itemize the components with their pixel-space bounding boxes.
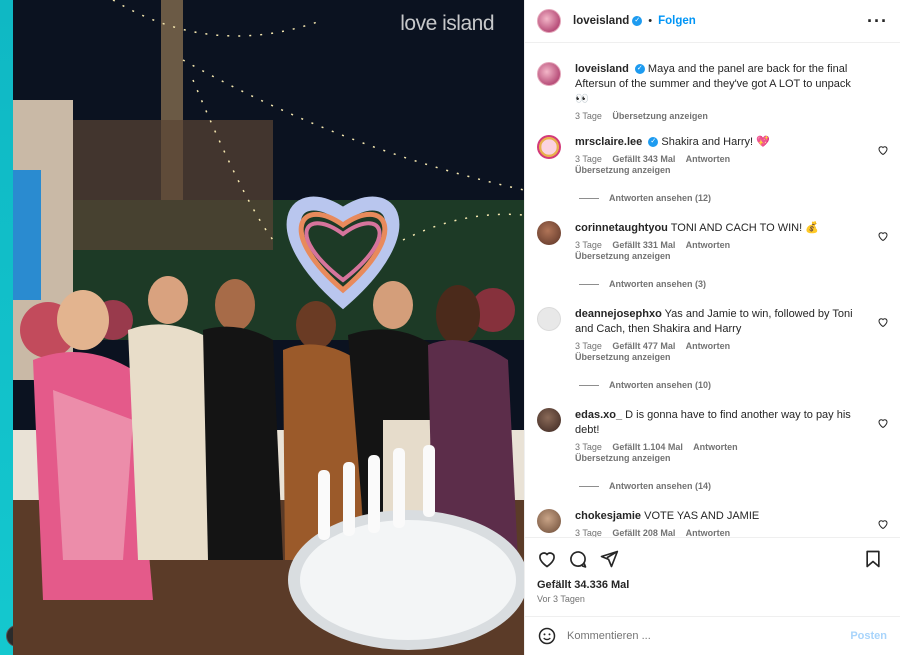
comments-list[interactable]: loveisland ✓ Maya and the panel are back…: [525, 44, 900, 537]
reply-button[interactable]: Antworten: [686, 528, 731, 537]
comment-time: 3 Tage: [575, 240, 602, 250]
caption-time: 3 Tage: [575, 111, 602, 121]
verified-icon: ✓: [634, 64, 645, 75]
bookmark-icon[interactable]: [863, 549, 883, 569]
comment-content: VOTE YAS AND JAMIE: [644, 510, 760, 522]
view-replies-button[interactable]: Antworten ansehen (3): [579, 279, 889, 289]
reply-button[interactable]: Antworten: [686, 154, 731, 164]
comment-meta: 3 Tage Gefällt 1.104 Mal Antworten: [575, 441, 865, 453]
comment-text: deannejosephxo Yas and Jamie to win, fol…: [575, 307, 865, 337]
comment-item: corinnetaughtyou TONI AND CACH TO WIN! 💰…: [537, 221, 889, 261]
comment-likes[interactable]: Gefällt 331 Mal: [612, 240, 675, 250]
more-options-icon[interactable]: ···: [867, 12, 888, 30]
default-avatar-icon[interactable]: [537, 307, 561, 331]
share-paper-plane-icon[interactable]: [599, 549, 619, 569]
comment-meta: 3 Tage Gefällt 477 Mal Antworten: [575, 340, 865, 352]
comment-item: deannejosephxo Yas and Jamie to win, fol…: [537, 307, 889, 362]
comment-likes[interactable]: Gefällt 343 Mal: [612, 154, 675, 164]
comment-time: 3 Tage: [575, 341, 602, 351]
author-avatar[interactable]: [537, 9, 561, 33]
like-comment-heart-icon[interactable]: [877, 144, 889, 156]
comment-username[interactable]: chokesjamie: [575, 510, 641, 522]
caption-username[interactable]: loveisland: [575, 63, 629, 75]
post-date: Vor 3 Tagen: [537, 594, 585, 604]
comment-username[interactable]: edas.xo_: [575, 409, 622, 421]
comment-username[interactable]: corinnetaughtyou: [575, 222, 668, 234]
comment-input[interactable]: [567, 630, 851, 642]
post-sidebar: loveisland ✓ • Folgen ··· loveisland ✓ M…: [524, 0, 900, 655]
comment-item: edas.xo_ D is gonna have to find another…: [537, 408, 889, 463]
comment-meta: 3 Tage Gefällt 331 Mal Antworten: [575, 239, 865, 251]
reply-button[interactable]: Antworten: [693, 442, 738, 452]
comment-item: chokesjamie VOTE YAS AND JAMIE 3 Tage Ge…: [537, 509, 889, 537]
caption-text: loveisland ✓ Maya and the panel are back…: [575, 62, 865, 107]
left-edge-strip: [0, 0, 28, 655]
reply-button[interactable]: Antworten: [686, 240, 731, 250]
comment-content: TONI AND CACH TO WIN! 💰: [670, 222, 819, 234]
action-icons: [537, 548, 889, 570]
like-comment-heart-icon[interactable]: [877, 230, 889, 242]
comment-text: chokesjamie VOTE YAS AND JAMIE: [575, 509, 865, 524]
comment-item: mrsclaire.lee ✓ Shakira and Harry! 💖 3 T…: [537, 135, 889, 175]
translate-link[interactable]: Übersetzung anzeigen: [612, 111, 708, 121]
likes-count[interactable]: Gefällt 34.336 Mal: [537, 579, 889, 591]
post-comment-button[interactable]: Posten: [850, 630, 887, 642]
translate-link[interactable]: Übersetzung anzeigen: [575, 352, 865, 362]
comment-bubble-icon[interactable]: [568, 549, 588, 569]
love-island-logo: love island: [400, 12, 494, 35]
photo-illustration: [13, 0, 524, 655]
post-actions: Gefällt 34.336 Mal Vor 3 Tagen: [525, 537, 900, 604]
caption-meta: 3 Tage Übersetzung anzeigen: [575, 110, 865, 122]
comment-avatar[interactable]: [537, 135, 561, 159]
comment-username[interactable]: mrsclaire.lee: [575, 136, 642, 148]
comment-meta: 3 Tage Gefällt 208 Mal Antworten: [575, 527, 865, 537]
translate-link[interactable]: Übersetzung anzeigen: [575, 251, 865, 261]
like-comment-heart-icon[interactable]: [877, 518, 889, 530]
verified-icon: ✓: [632, 16, 643, 26]
caption-avatar[interactable]: [537, 62, 561, 86]
comment-avatar[interactable]: [537, 221, 561, 245]
comment-text: edas.xo_ D is gonna have to find another…: [575, 408, 865, 438]
comment-likes[interactable]: Gefällt 208 Mal: [612, 528, 675, 537]
view-replies-button[interactable]: Antworten ansehen (12): [579, 193, 889, 203]
reply-button[interactable]: Antworten: [686, 341, 731, 351]
translate-link[interactable]: Übersetzung anzeigen: [575, 453, 865, 463]
comment-time: 3 Tage: [575, 442, 602, 452]
comment-composer: Posten: [525, 616, 900, 655]
comment-text: corinnetaughtyou TONI AND CACH TO WIN! 💰: [575, 221, 865, 236]
comment-avatar[interactable]: [537, 408, 561, 432]
view-replies-button[interactable]: Antworten ansehen (10): [579, 380, 889, 390]
post-photo[interactable]: love island: [13, 0, 524, 655]
comment-username[interactable]: deannejosephxo: [575, 308, 662, 320]
comment-meta: 3 Tage Gefällt 343 Mal Antworten: [575, 153, 865, 165]
emoji-icon[interactable]: [537, 626, 557, 646]
comment-time: 3 Tage: [575, 154, 602, 164]
view-replies-button[interactable]: Antworten ansehen (14): [579, 481, 889, 491]
like-comment-heart-icon[interactable]: [877, 316, 889, 328]
like-comment-heart-icon[interactable]: [877, 417, 889, 429]
comment-content: Shakira and Harry! 💖: [661, 136, 770, 148]
like-heart-icon[interactable]: [537, 549, 557, 569]
comment-time: 3 Tage: [575, 528, 602, 537]
separator-dot: •: [648, 15, 653, 27]
follow-button[interactable]: Folgen: [658, 15, 696, 27]
comment-avatar[interactable]: [537, 509, 561, 533]
comment-text: mrsclaire.lee ✓ Shakira and Harry! 💖: [575, 135, 865, 150]
caption: loveisland ✓ Maya and the panel are back…: [537, 62, 889, 122]
comment-likes[interactable]: Gefällt 477 Mal: [612, 341, 675, 351]
post-header: loveisland ✓ • Folgen ···: [525, 0, 900, 43]
translate-link[interactable]: Übersetzung anzeigen: [575, 165, 865, 175]
verified-icon: ✓: [648, 137, 659, 148]
author-username[interactable]: loveisland: [573, 15, 629, 27]
comment-likes[interactable]: Gefällt 1.104 Mal: [612, 442, 683, 452]
